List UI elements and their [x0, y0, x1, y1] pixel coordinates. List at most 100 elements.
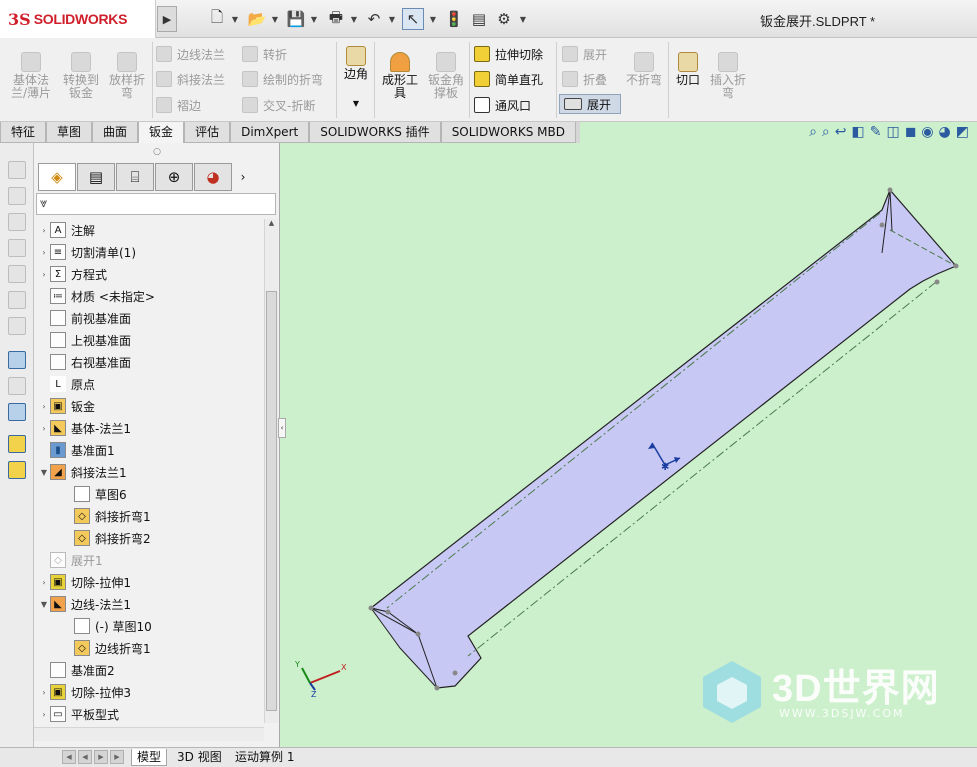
tree-item-sheet-metal[interactable]: › ▣ 钣金	[38, 395, 95, 417]
zoom-to-area-icon[interactable]: ⌕	[822, 124, 830, 140]
insert-bends-button[interactable]: 插入折 弯	[706, 52, 750, 100]
expand-arrow-icon[interactable]: ›	[38, 688, 50, 697]
tree-item-sketch6[interactable]: 草图6	[62, 483, 127, 505]
tree-item-miter-flange[interactable]: ▼ ◢ 斜接法兰1	[38, 461, 127, 483]
expand-arrow-icon[interactable]: ›	[38, 424, 50, 433]
toolbar-icon-5[interactable]	[8, 265, 26, 283]
scrollbar-thumb[interactable]	[266, 291, 277, 711]
graphics-viewport[interactable]: ✱ X Y Z 3D世界网 WWW.3DSJW.COM	[280, 143, 977, 747]
chevron-down-icon[interactable]: ▼	[387, 8, 397, 30]
tab-dimxpert[interactable]: DimXpert	[230, 122, 310, 143]
tree-item-material[interactable]: ≔ 材质 <未指定>	[38, 285, 155, 307]
tree-hscrollbar[interactable]	[34, 727, 264, 741]
tree-item-cut-list[interactable]: › ≡ 切割清单(1)	[38, 241, 136, 263]
apply-scene-icon[interactable]: ◩	[956, 124, 969, 140]
flatten-button[interactable]: 展开	[559, 94, 621, 114]
fold-button[interactable]: 折叠	[562, 69, 607, 89]
options-gear-icon[interactable]: ⚙	[493, 8, 515, 30]
chevron-down-icon[interactable]: ▼	[270, 8, 280, 30]
nav-next-icon[interactable]: ▶	[94, 750, 108, 764]
chevron-down-icon[interactable]: ▼	[309, 8, 319, 30]
select-pointer-icon[interactable]: ↖	[402, 8, 424, 30]
previous-view-icon[interactable]: ↩	[835, 124, 847, 140]
scroll-up-icon[interactable]: ▲	[265, 219, 278, 227]
sketched-bend-button[interactable]: 绘制的折弯	[242, 69, 323, 89]
property-manager-icon[interactable]: ▤	[77, 163, 115, 191]
select-other-icon[interactable]	[8, 351, 26, 369]
jog-button[interactable]: 转折	[242, 44, 287, 64]
undo-icon[interactable]: ↶	[363, 8, 385, 30]
toolbar-icon-11[interactable]	[8, 435, 26, 453]
lofted-bend-button[interactable]: 放样折 弯	[104, 52, 150, 100]
display-manager-icon[interactable]: ◕	[194, 163, 232, 191]
tree-item-miter-bend1[interactable]: ◇ 斜接折弯1	[62, 505, 151, 527]
tree-item-origin[interactable]: L 原点	[38, 373, 95, 395]
panel-grip[interactable]: ○	[34, 143, 280, 161]
toolbar-icon-3[interactable]	[8, 213, 26, 231]
tab-model[interactable]: 模型	[131, 749, 168, 766]
tab-solidworks-addins[interactable]: SOLIDWORKS 插件	[309, 122, 441, 143]
dynamic-annotation-icon[interactable]: ✎	[870, 124, 882, 140]
chevron-down-icon[interactable]: ▼	[38, 600, 50, 609]
tab-features[interactable]: 特征	[0, 122, 47, 143]
chevron-down-icon[interactable]: ▼	[349, 8, 359, 30]
open-folder-icon[interactable]: 📂	[246, 8, 268, 30]
tree-item-front-plane[interactable]: 前视基准面	[38, 307, 131, 329]
toolbar-icon-2[interactable]	[8, 187, 26, 205]
tab-evaluate[interactable]: 评估	[184, 122, 231, 143]
base-flange-button[interactable]: 基体法 兰/薄片	[8, 52, 54, 100]
chevron-right-icon[interactable]: ›	[233, 163, 253, 191]
flat-pattern-part[interactable]	[369, 188, 957, 689]
expand-arrow-icon[interactable]: ›	[38, 248, 50, 257]
tree-item-plane1[interactable]: ▮ 基准面1	[38, 439, 115, 461]
file-properties-icon[interactable]: ▤	[468, 8, 490, 30]
configuration-manager-icon[interactable]: ⌸	[116, 163, 154, 191]
tree-item-flat-pattern[interactable]: › ▭ 平板型式	[38, 703, 119, 725]
tree-item-unfold1[interactable]: ◇ 展开1	[38, 549, 103, 571]
edit-appearance-icon[interactable]: ◕	[939, 124, 951, 140]
convert-to-sheet-metal-button[interactable]: 转换到 钣金	[58, 52, 104, 100]
tree-item-edge-bend1[interactable]: ◇ 边线折弯1	[62, 637, 151, 659]
toolbar-icon-7[interactable]	[8, 317, 26, 335]
feature-manager-icon[interactable]: ◈	[38, 163, 76, 191]
expand-arrow-icon[interactable]: ›	[38, 578, 50, 587]
unfold-button[interactable]: 展开	[562, 44, 607, 64]
display-style-icon[interactable]: ◼	[905, 124, 917, 140]
tree-item-miter-bend2[interactable]: ◇ 斜接折弯2	[62, 527, 151, 549]
rip-button[interactable]: 切口	[672, 52, 704, 87]
sheet-metal-gusset-button[interactable]: 钣金角 撑板	[424, 52, 468, 100]
panel-collapse-handle[interactable]: ‹	[278, 418, 286, 438]
forming-tool-button[interactable]: 成形工 具	[377, 52, 423, 100]
toolbar-icon-6[interactable]	[8, 291, 26, 309]
tree-filter[interactable]: ⩔	[36, 193, 276, 215]
chevron-down-icon[interactable]: ▼	[340, 97, 372, 110]
rebuild-traffic-light-icon[interactable]: 🚦	[443, 8, 465, 30]
chevron-down-icon[interactable]: ▼	[518, 8, 528, 30]
tree-item-top-plane[interactable]: 上视基准面	[38, 329, 131, 351]
display-icon[interactable]	[8, 403, 26, 421]
tree-item-edge-flange[interactable]: ▼ ◣ 边线-法兰1	[38, 593, 131, 615]
tree-item-equations[interactable]: › Σ 方程式	[38, 263, 107, 285]
tree-item-plane2[interactable]: 基准面2	[38, 659, 115, 681]
menu-expand-arrow[interactable]: ▶	[157, 6, 177, 32]
no-bends-button[interactable]: 不折弯	[624, 52, 664, 87]
chevron-down-icon[interactable]: ▼	[428, 8, 438, 30]
toolbar-icon-1[interactable]	[8, 161, 26, 179]
toolbar-icon-12[interactable]	[8, 461, 26, 479]
expand-arrow-icon[interactable]: ›	[38, 226, 50, 235]
cross-break-button[interactable]: 交叉-折断	[242, 95, 315, 115]
tree-item-base-flange[interactable]: › ◣ 基体-法兰1	[38, 417, 131, 439]
corners-button[interactable]: 边角 ▼	[340, 46, 372, 110]
toolbar-icon-9[interactable]	[8, 377, 26, 395]
expand-arrow-icon[interactable]: ›	[38, 710, 50, 719]
solidworks-logo[interactable]: 3S SOLIDWORKS	[0, 0, 156, 38]
view-orientation-icon[interactable]: ◫	[886, 124, 899, 140]
tree-item-sketch10[interactable]: (-) 草图10	[62, 615, 152, 637]
tree-item-right-plane[interactable]: 右视基准面	[38, 351, 131, 373]
tree-item-cut-extrude3[interactable]: › ▣ 切除-拉伸3	[38, 681, 131, 703]
expand-arrow-icon[interactable]: ›	[38, 402, 50, 411]
new-document-icon[interactable]: 🗋	[206, 8, 228, 30]
tab-sheet-metal[interactable]: 钣金	[138, 122, 185, 143]
hem-button[interactable]: 褶边	[156, 95, 201, 115]
chevron-down-icon[interactable]: ▼	[230, 8, 240, 30]
